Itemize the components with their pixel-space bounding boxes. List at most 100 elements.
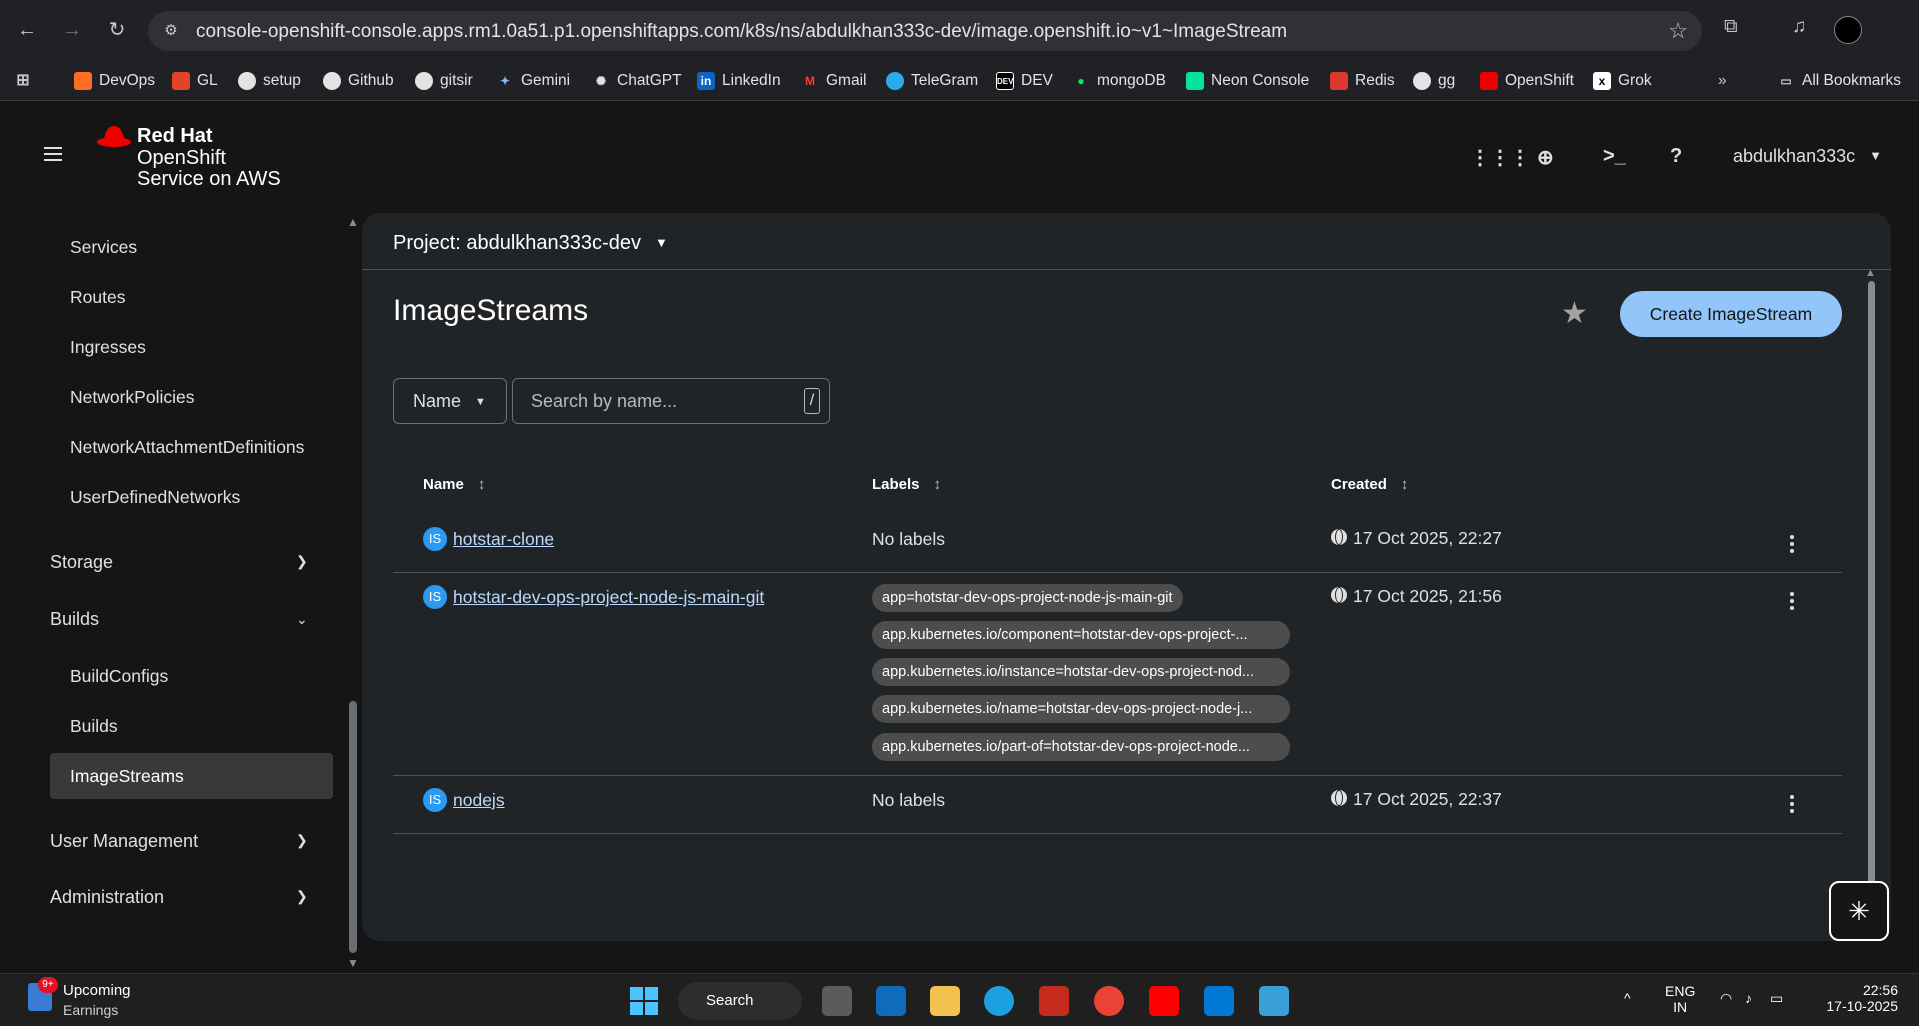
project-selector[interactable]: Project: abdulkhan333c-dev ▼: [393, 232, 668, 255]
bookmark-openshift[interactable]: OpenShift: [1480, 70, 1574, 92]
bookmark-gitsir[interactable]: gitsir: [415, 70, 473, 92]
profile-avatar[interactable]: [1834, 16, 1862, 44]
bookmark-grok[interactable]: x Grok: [1593, 70, 1652, 92]
scroll-up-icon[interactable]: ▲: [347, 215, 359, 229]
notepad-icon[interactable]: [1259, 986, 1289, 1016]
lightspeed-assistant-icon[interactable]: ✳: [1829, 881, 1889, 941]
screen-recorder-icon[interactable]: [1039, 986, 1069, 1016]
bookmark-github[interactable]: Github: [323, 70, 394, 92]
sidebar-item-networkattachmentdefinitions[interactable]: NetworkAttachmentDefinitions: [70, 437, 304, 458]
label-chip[interactable]: app.kubernetes.io/part-of=hotstar-dev-op…: [872, 733, 1290, 761]
outlook-icon[interactable]: [876, 986, 906, 1016]
column-header-created[interactable]: Created ↕: [1331, 476, 1408, 493]
bookmark-star-icon[interactable]: ☆: [1668, 18, 1688, 44]
edge-icon[interactable]: [984, 986, 1014, 1016]
forward-icon[interactable]: →: [59, 17, 85, 43]
language-indicator[interactable]: ENG IN: [1665, 983, 1695, 1015]
sidebar-scrollbar[interactable]: [349, 701, 357, 953]
all-bookmarks[interactable]: ▭ All Bookmarks: [1777, 70, 1901, 92]
row-actions-kebab-icon[interactable]: [1790, 592, 1796, 613]
bookmark-devops[interactable]: DevOps: [74, 70, 155, 92]
sort-icon[interactable]: ↕: [478, 476, 486, 493]
create-imagestream-button[interactable]: Create ImageStream: [1620, 291, 1842, 337]
imagestream-link-hotstar-clone[interactable]: hotstar-clone: [453, 529, 554, 550]
help-icon[interactable]: ?: [1670, 145, 1682, 168]
taskbar-search[interactable]: Search: [678, 982, 802, 1020]
imagestream-link-nodejs[interactable]: nodejs: [453, 790, 505, 811]
app-launcher-icon[interactable]: ⋮⋮⋮: [1470, 145, 1530, 170]
more-bookmarks-icon[interactable]: »: [1718, 70, 1727, 92]
scroll-down-icon[interactable]: ▼: [347, 956, 359, 970]
bookmark-neon-console[interactable]: Neon Console: [1186, 70, 1309, 92]
bookmark-redis[interactable]: Redis: [1330, 70, 1395, 92]
label-chip[interactable]: app.kubernetes.io/instance=hotstar-dev-o…: [872, 658, 1290, 686]
widget-subtitle[interactable]: Earnings: [63, 1002, 118, 1018]
chevron-right-icon[interactable]: ❯: [296, 888, 308, 905]
bookmark-mongodb[interactable]: ● mongoDB: [1072, 70, 1166, 92]
sidebar-item-userdefinednetworks[interactable]: UserDefinedNetworks: [70, 487, 240, 508]
terminal-icon[interactable]: >_: [1603, 145, 1626, 168]
media-icon[interactable]: ♫: [1792, 16, 1806, 38]
sidebar-item-builds[interactable]: Builds: [70, 716, 118, 737]
chevron-right-icon[interactable]: ❯: [296, 553, 308, 570]
back-icon[interactable]: ←: [14, 17, 40, 43]
youtube-icon[interactable]: [1149, 986, 1179, 1016]
column-header-name[interactable]: Name ↕: [423, 476, 485, 493]
bookmark-setup[interactable]: setup: [238, 70, 301, 92]
chevron-right-icon[interactable]: ❯: [296, 832, 308, 849]
file-explorer-icon[interactable]: [930, 986, 960, 1016]
tray-expand-icon[interactable]: ^: [1624, 990, 1631, 1006]
sidebar-group-user-management[interactable]: User Management: [50, 831, 198, 852]
sidebar-item-ingresses[interactable]: Ingresses: [70, 337, 146, 358]
bookmark-linkedin[interactable]: in LinkedIn: [697, 70, 781, 92]
filter-type-select[interactable]: Name ▼: [393, 378, 507, 424]
favorite-star-icon[interactable]: ★: [1561, 296, 1588, 331]
widget-title[interactable]: Upcoming: [63, 982, 131, 999]
sort-icon[interactable]: ↕: [934, 476, 942, 493]
volume-icon[interactable]: ♪: [1745, 990, 1752, 1006]
label-chip[interactable]: app=hotstar-dev-ops-project-node-js-main…: [872, 584, 1183, 612]
user-menu[interactable]: abdulkhan333c ▼: [1733, 146, 1882, 167]
search-input[interactable]: [531, 391, 791, 412]
bookmark-gemini[interactable]: ✦ Gemini: [496, 70, 570, 92]
bookmark-gl[interactable]: GL: [172, 70, 218, 92]
windows-start-icon[interactable]: [630, 987, 658, 1015]
chrome-icon[interactable]: [1094, 986, 1124, 1016]
bookmark-telegram[interactable]: TeleGram: [886, 70, 978, 92]
address-bar[interactable]: ⚙ console-openshift-console.apps.rm1.0a5…: [148, 11, 1702, 51]
label-chip[interactable]: app.kubernetes.io/name=hotstar-dev-ops-p…: [872, 695, 1290, 723]
task-view-icon[interactable]: [822, 986, 852, 1016]
sidebar-item-buildconfigs[interactable]: BuildConfigs: [70, 666, 168, 687]
sort-icon[interactable]: ↕: [1401, 476, 1409, 493]
battery-icon[interactable]: ▭: [1770, 990, 1783, 1007]
reload-icon[interactable]: ↻: [104, 17, 130, 43]
sidebar-item-imagestreams[interactable]: ImageStreams: [70, 766, 184, 787]
chevron-down-icon[interactable]: ⌄: [296, 611, 308, 628]
label-chip[interactable]: app.kubernetes.io/component=hotstar-dev-…: [872, 621, 1290, 649]
extensions-icon[interactable]: ⧉: [1724, 16, 1738, 38]
bookmark-gmail[interactable]: M Gmail: [801, 70, 866, 92]
wifi-icon[interactable]: ◠: [1720, 990, 1732, 1007]
quick-create-icon[interactable]: ⊕: [1537, 145, 1554, 170]
bookmark-gg[interactable]: gg: [1413, 70, 1455, 92]
bookmark-dev[interactable]: DEV DEV: [996, 70, 1053, 92]
column-header-labels[interactable]: Labels ↕: [872, 476, 941, 493]
row-actions-kebab-icon[interactable]: [1790, 535, 1796, 556]
main-scrollbar[interactable]: [1868, 281, 1875, 921]
vscode-icon[interactable]: [1204, 986, 1234, 1016]
hamburger-menu-icon[interactable]: [44, 147, 62, 161]
sidebar-group-administration[interactable]: Administration: [50, 887, 164, 908]
imagestream-link-hotstar-dev-ops-project-node-js-main-git[interactable]: hotstar-dev-ops-project-node-js-main-git: [453, 587, 764, 608]
sidebar-item-routes[interactable]: Routes: [70, 287, 125, 308]
apps-grid-icon[interactable]: ⊞: [14, 70, 39, 92]
search-field[interactable]: /: [512, 378, 830, 424]
row-actions-kebab-icon[interactable]: [1790, 795, 1796, 816]
site-info-icon[interactable]: ⚙: [160, 20, 182, 42]
scroll-up-icon[interactable]: ▲: [1865, 267, 1876, 279]
url-text[interactable]: console-openshift-console.apps.rm1.0a51.…: [196, 21, 1287, 43]
sidebar-item-services[interactable]: Services: [70, 237, 137, 258]
bookmark-chatgpt[interactable]: ✺ ChatGPT: [592, 70, 682, 92]
sidebar-group-storage[interactable]: Storage: [50, 552, 113, 573]
clock[interactable]: 22:56 17-10-2025: [1818, 982, 1898, 1014]
sidebar-item-networkpolicies[interactable]: NetworkPolicies: [70, 387, 194, 408]
